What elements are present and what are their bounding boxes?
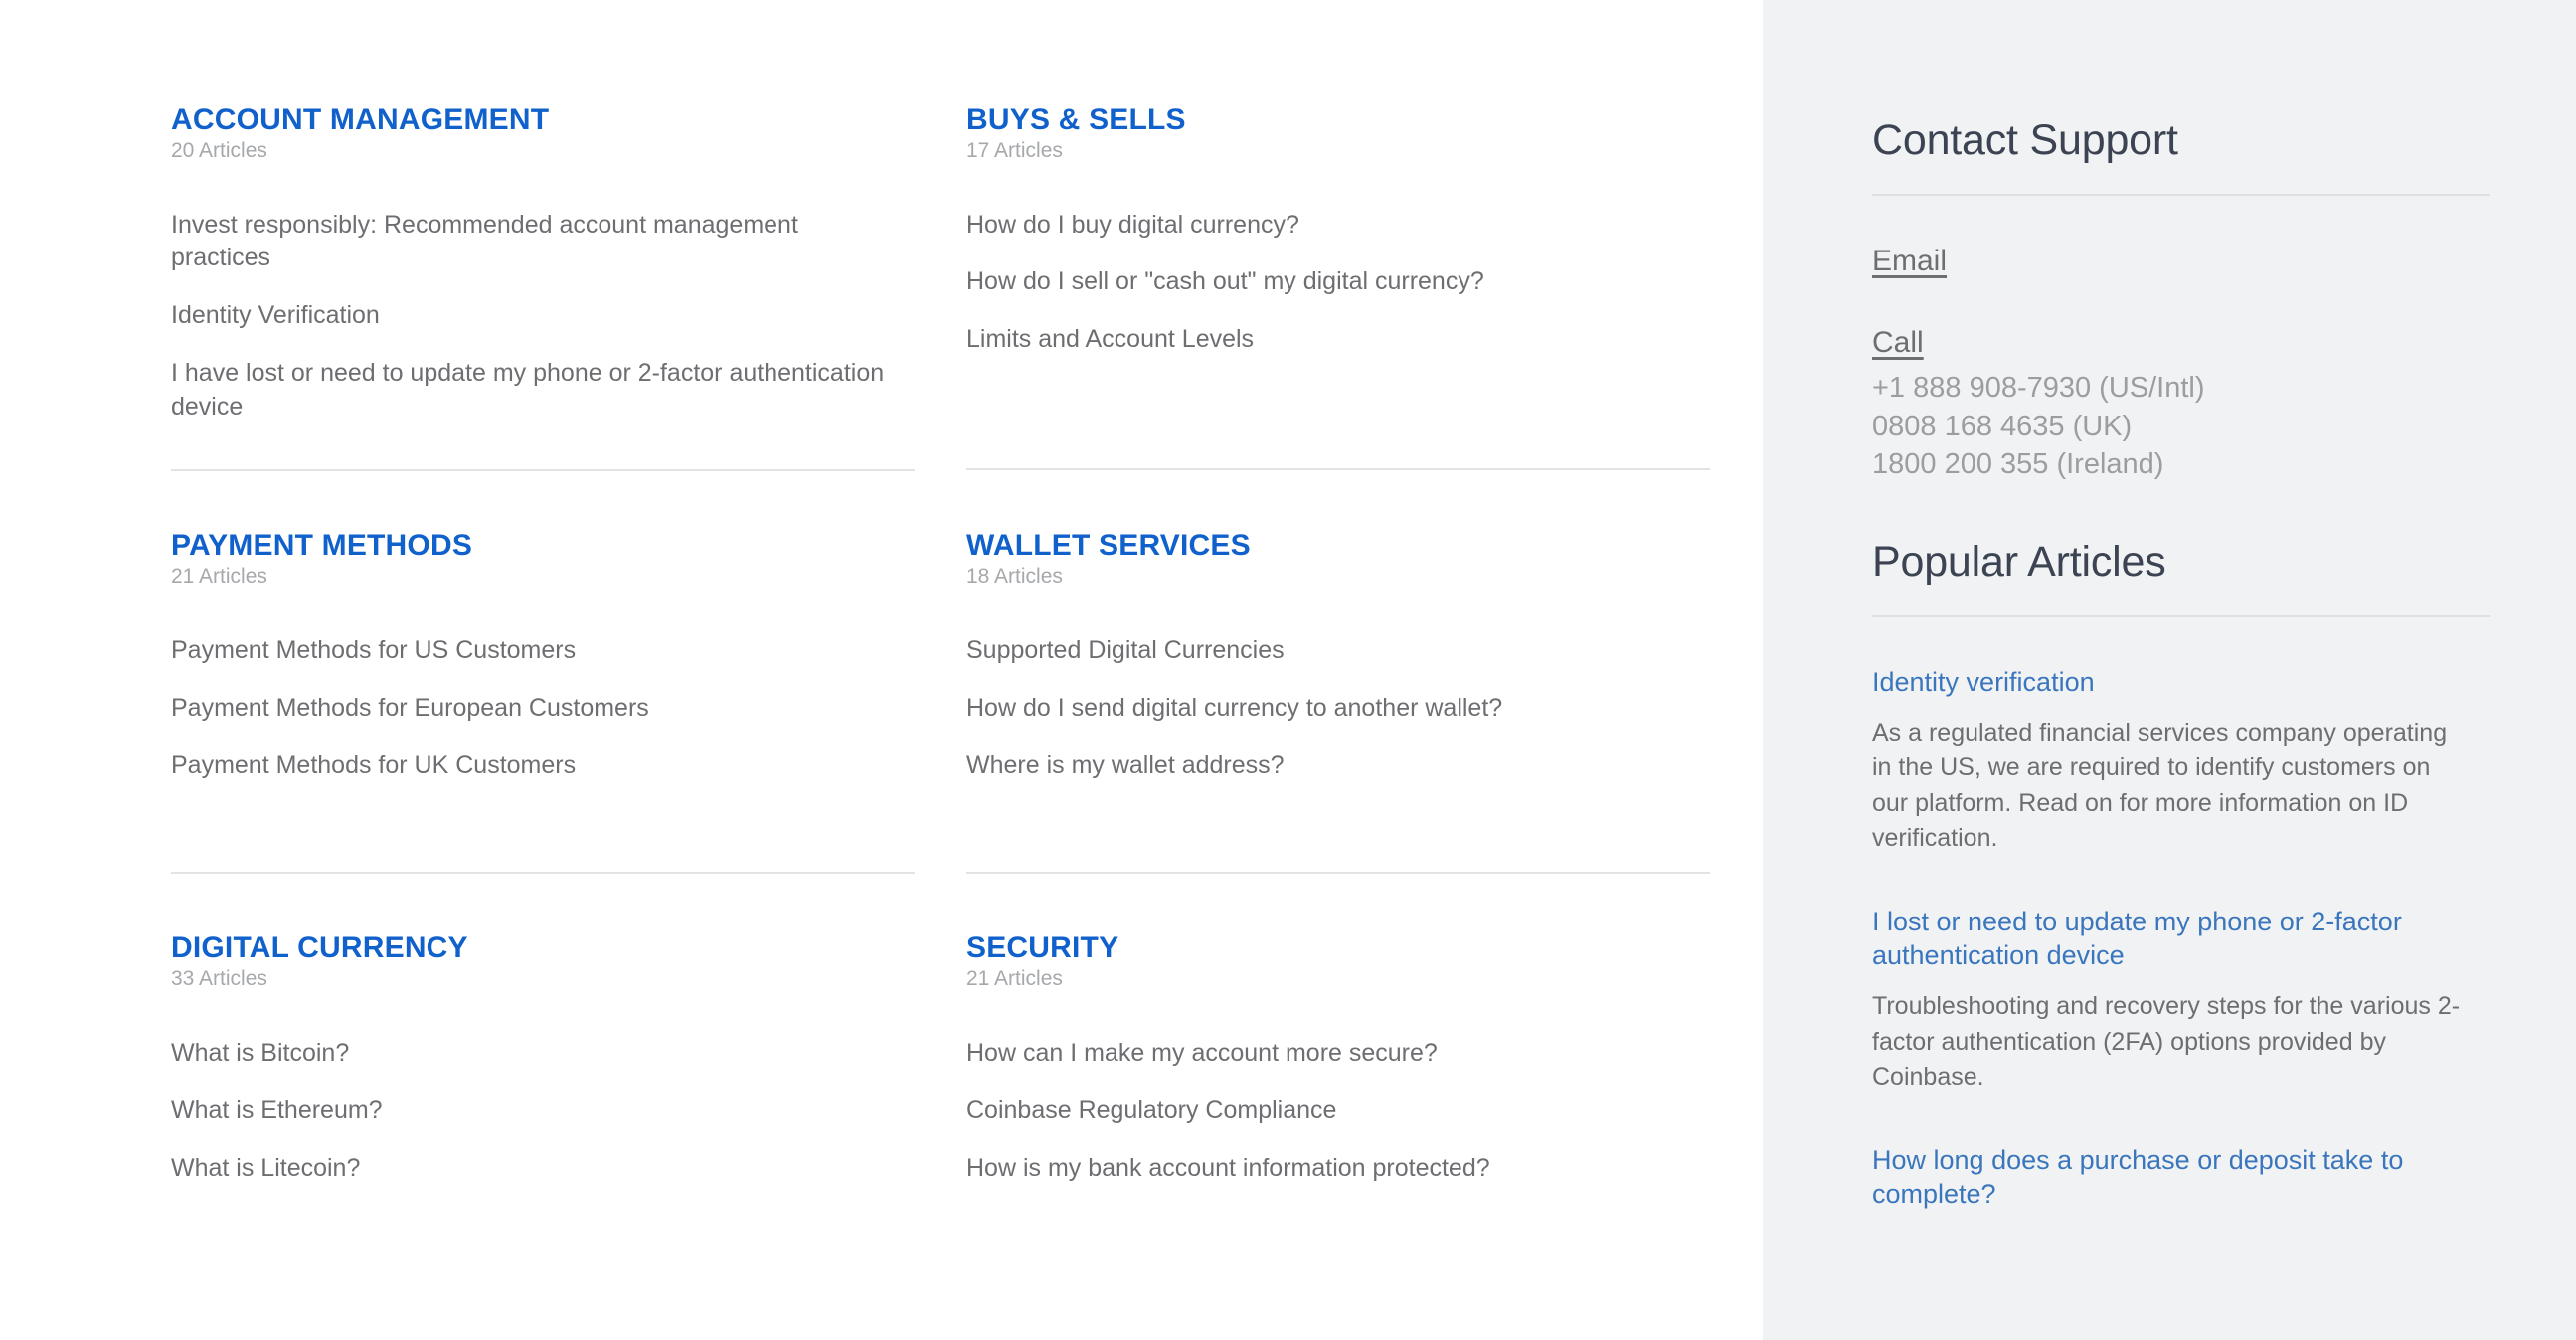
category-article-count: 21 Articles — [171, 564, 267, 587]
category-link[interactable]: Limits and Account Levels — [966, 323, 1692, 357]
category-link[interactable]: What is Bitcoin? — [171, 1037, 897, 1071]
category-divider — [966, 467, 1710, 470]
category-link[interactable]: Invest responsibly: Recommended account … — [171, 209, 897, 276]
category-link[interactable]: How is my bank account information prote… — [966, 1152, 1692, 1186]
contact-support-heading: Contact Support — [1872, 116, 2178, 164]
category-link[interactable]: Identity Verification — [171, 299, 897, 333]
category-card-security: SECURITY 21 Articles How can I make my a… — [966, 874, 1762, 1185]
popular-article-description: As a regulated financial services compan… — [1872, 718, 2448, 853]
category-card-payment-methods: PAYMENT METHODS 21 Articles Payment Meth… — [171, 471, 966, 875]
category-links: What is Bitcoin? What is Ethereum? What … — [171, 1037, 915, 1185]
category-card-buys-and-sells: BUYS & SELLS 17 Articles How do I buy di… — [966, 103, 1762, 471]
category-title[interactable]: ACCOUNT MANAGEMENT — [171, 103, 549, 136]
popular-article-description: Troubleshooting and recovery steps for t… — [1872, 992, 2461, 1091]
category-link[interactable]: How do I send digital currency to anothe… — [966, 692, 1692, 726]
phone-number-list: +1 888 908-7930 (US/Intl) 0808 168 4635 … — [1872, 369, 2467, 483]
categories-main: ACCOUNT MANAGEMENT 20 Articles Invest re… — [0, 0, 1763, 1340]
category-article-count: 17 Articles — [966, 138, 1063, 162]
popular-article-link[interactable]: How long does a purchase or deposit take… — [1872, 1143, 2467, 1212]
section-rule — [1872, 615, 2490, 618]
category-article-count: 18 Articles — [966, 564, 1063, 587]
category-link[interactable]: Where is my wallet address? — [966, 750, 1692, 783]
email-block: Email — [1872, 244, 2467, 279]
category-card-account-management: ACCOUNT MANAGEMENT 20 Articles Invest re… — [171, 103, 966, 472]
category-title[interactable]: BUYS & SELLS — [966, 103, 1186, 136]
category-links: Supported Digital Currencies How do I se… — [966, 634, 1710, 782]
category-link[interactable]: I have lost or need to update my phone o… — [171, 357, 897, 424]
phone-number-ireland: 1800 200 355 (Ireland) — [1872, 447, 2164, 480]
category-card-digital-currency: DIGITAL CURRENCY 33 Articles What is Bit… — [171, 874, 966, 1185]
call-support-link[interactable]: Call — [1872, 325, 1924, 361]
popular-articles-section: Popular Articles Identity verification A… — [1872, 538, 2490, 1212]
section-rule — [1872, 194, 2490, 197]
popular-article-link[interactable]: I lost or need to update my phone or 2-f… — [1872, 905, 2467, 973]
category-article-count: 21 Articles — [966, 966, 1063, 990]
category-link[interactable]: How can I make my account more secure? — [966, 1037, 1692, 1071]
category-link[interactable]: How do I sell or "cash out" my digital c… — [966, 265, 1692, 299]
category-title[interactable]: SECURITY — [966, 931, 1118, 964]
category-links: Invest responsibly: Recommended account … — [171, 209, 915, 424]
email-support-link[interactable]: Email — [1872, 244, 1947, 279]
help-center-page: ACCOUNT MANAGEMENT 20 Articles Invest re… — [0, 0, 2576, 1340]
phone-number-us: +1 888 908-7930 (US/Intl) — [1872, 372, 2205, 405]
category-link[interactable]: Coinbase Regulatory Compliance — [966, 1094, 1692, 1128]
sidebar-inner: Contact Support Email Call +1 888 908-79… — [1872, 0, 2490, 1212]
category-link[interactable]: Payment Methods for UK Customers — [171, 750, 897, 783]
support-sidebar: Contact Support Email Call +1 888 908-79… — [1763, 0, 2576, 1340]
popular-articles-heading: Popular Articles — [1872, 538, 2166, 586]
category-link[interactable]: What is Litecoin? — [171, 1152, 897, 1186]
popular-article-item: I lost or need to update my phone or 2-f… — [1872, 905, 2467, 1095]
category-title[interactable]: DIGITAL CURRENCY — [171, 931, 468, 964]
category-article-count: 20 Articles — [171, 138, 267, 162]
category-article-count: 33 Articles — [171, 966, 267, 990]
popular-article-item: How long does a purchase or deposit take… — [1872, 1143, 2467, 1212]
category-links: Payment Methods for US Customers Payment… — [171, 634, 915, 782]
category-link[interactable]: How do I buy digital currency? — [966, 209, 1692, 243]
category-link[interactable]: Supported Digital Currencies — [966, 634, 1692, 668]
category-title[interactable]: WALLET SERVICES — [966, 529, 1251, 562]
category-links: How can I make my account more secure? C… — [966, 1037, 1710, 1185]
category-link[interactable]: Payment Methods for US Customers — [171, 634, 897, 668]
category-card-wallet-services: WALLET SERVICES 18 Articles Supported Di… — [966, 471, 1762, 875]
category-link[interactable]: What is Ethereum? — [171, 1094, 897, 1128]
category-links: How do I buy digital currency? How do I … — [966, 209, 1710, 357]
category-title[interactable]: PAYMENT METHODS — [171, 529, 472, 562]
popular-article-item: Identity verification As a regulated fin… — [1872, 665, 2467, 857]
contact-support-section: Contact Support Email Call +1 888 908-79… — [1872, 116, 2490, 483]
call-block: Call +1 888 908-7930 (US/Intl) 0808 168 … — [1872, 325, 2467, 483]
category-link[interactable]: Payment Methods for European Customers — [171, 692, 897, 726]
phone-number-uk: 0808 168 4635 (UK) — [1872, 410, 2133, 442]
popular-article-link[interactable]: Identity verification — [1872, 665, 2467, 700]
category-grid: ACCOUNT MANAGEMENT 20 Articles Invest re… — [171, 103, 1763, 1185]
